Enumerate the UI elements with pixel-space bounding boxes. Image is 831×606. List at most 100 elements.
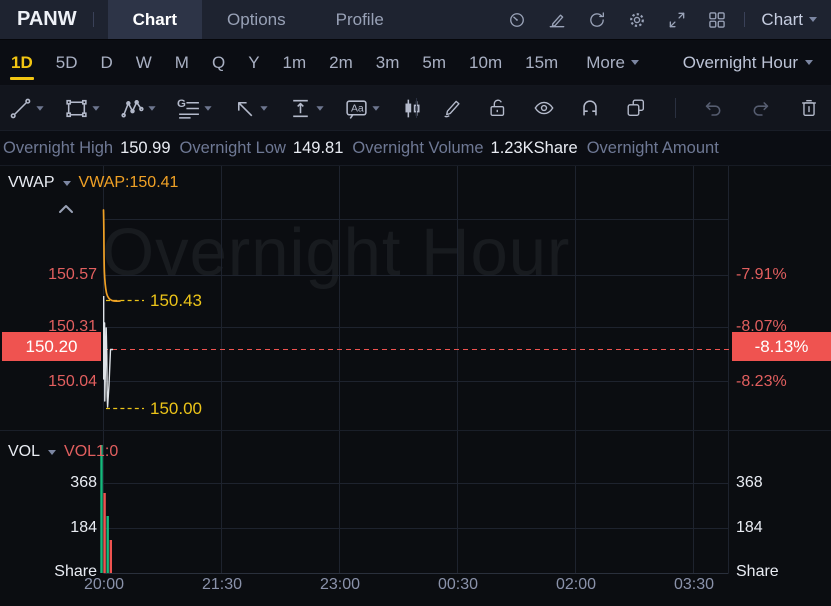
trend-line-tool[interactable] xyxy=(8,96,44,121)
timeframe-3m[interactable]: 3m xyxy=(375,40,401,85)
stat-label: Overnight High xyxy=(3,139,113,158)
chevron-down-icon xyxy=(48,450,56,455)
magnet-icon[interactable] xyxy=(579,97,601,119)
settings-gear-icon[interactable] xyxy=(624,7,650,33)
redo-icon[interactable] xyxy=(750,97,772,119)
chevron-down-icon xyxy=(631,60,639,65)
timeframe-d[interactable]: D xyxy=(99,40,113,85)
duplicate-icon[interactable] xyxy=(625,97,647,119)
volume-axis-tick: 368 xyxy=(736,474,826,492)
vwap-indicator-header[interactable]: VWAP VWAP:150.41 xyxy=(8,174,178,192)
stat-label: Overnight Low xyxy=(180,139,286,158)
history-tools-group xyxy=(675,86,820,130)
draw-edit-icon[interactable] xyxy=(544,7,570,33)
timeframe-y[interactable]: Y xyxy=(247,40,260,85)
stat-value: 149.81 xyxy=(293,139,343,158)
volume-bars xyxy=(100,445,112,573)
timeframe-m[interactable]: M xyxy=(174,40,190,85)
chevron-down-icon xyxy=(63,181,71,186)
layout-dropdown-label: Chart xyxy=(761,10,803,30)
rectangle-tool[interactable] xyxy=(64,96,100,121)
current-price-badge: 150.20 xyxy=(2,332,101,361)
session-dropdown[interactable]: Overnight Hour xyxy=(677,52,819,74)
timeframe-15m[interactable]: 15m xyxy=(524,40,559,85)
layout-dropdown[interactable]: Chart xyxy=(759,10,819,30)
divider xyxy=(744,12,745,27)
stat-label: Overnight Amount xyxy=(587,139,719,158)
divider xyxy=(93,12,94,27)
tab-options[interactable]: Options xyxy=(202,0,311,39)
volume-axis-tick: 368 xyxy=(0,474,97,492)
percent-axis-tick: -7.91% xyxy=(736,266,826,284)
timeframe-5m[interactable]: 5m xyxy=(421,40,447,85)
topbar: PANW Chart Options Profile xyxy=(0,0,831,40)
measure-tool[interactable] xyxy=(288,96,324,121)
wave-pattern-tool[interactable] xyxy=(120,96,156,121)
vol-label: VOL xyxy=(8,443,40,461)
chevron-down-icon xyxy=(204,106,211,111)
more-label: More xyxy=(586,53,625,73)
timeframe-2m[interactable]: 2m xyxy=(328,40,354,85)
timeframe-row: 1D 5D D W M Q Y 1m 2m 3m 5m 10m 15m More… xyxy=(0,40,831,86)
timeframe-1m[interactable]: 1m xyxy=(282,40,308,85)
vwap-line xyxy=(104,210,121,301)
refresh-icon[interactable] xyxy=(584,7,610,33)
chart-area: Overnight Hour xyxy=(0,166,831,606)
order-level-label: 150.00 xyxy=(150,399,202,419)
gauge-icon[interactable] xyxy=(504,7,530,33)
collapse-pane-button[interactable] xyxy=(56,202,76,221)
price-line xyxy=(104,296,113,407)
trading-app: PANW Chart Options Profile xyxy=(0,0,831,606)
stat-value: 1.23KShare xyxy=(491,139,578,158)
chevron-down-icon xyxy=(805,60,813,65)
chevron-down-icon xyxy=(260,106,267,111)
pencil-icon[interactable] xyxy=(441,97,463,119)
tab-chart[interactable]: Chart xyxy=(108,0,202,39)
eye-icon[interactable] xyxy=(533,97,555,119)
percent-axis-tick: -8.23% xyxy=(736,373,826,391)
drawing-toolbar: G Aa xyxy=(0,86,831,131)
timeframe-1d[interactable]: 1D xyxy=(10,40,34,85)
timeframe-more-dropdown[interactable]: More xyxy=(580,40,645,85)
chevron-down-icon xyxy=(92,106,99,111)
volume-unit-label: Share xyxy=(736,563,826,581)
time-axis-tick: 20:00 xyxy=(72,576,136,594)
text-annotation-tool[interactable]: Aa xyxy=(344,96,380,121)
timeframe-10m[interactable]: 10m xyxy=(468,40,503,85)
layout-grid-icon[interactable] xyxy=(704,7,730,33)
order-level-label: 150.43 xyxy=(150,291,202,311)
session-stats-bar: Overnight High 150.99 Overnight Low 149.… xyxy=(0,131,831,166)
divider xyxy=(675,98,676,118)
chevron-down-icon xyxy=(809,17,817,22)
chevron-down-icon xyxy=(148,106,155,111)
symbol-name[interactable]: PANW xyxy=(0,8,93,31)
volume-axis-tick: 184 xyxy=(736,519,826,537)
chart-canvas[interactable] xyxy=(0,166,831,606)
time-axis-tick: 23:00 xyxy=(308,576,372,594)
undo-icon[interactable] xyxy=(702,97,724,119)
price-axis-tick: 150.57 xyxy=(0,266,97,284)
price-axis-tick: 150.04 xyxy=(0,373,97,391)
fullscreen-icon[interactable] xyxy=(664,7,690,33)
trash-icon[interactable] xyxy=(798,97,820,119)
unlock-icon[interactable] xyxy=(487,97,509,119)
volume-indicator-header[interactable]: VOL VOL1:0 xyxy=(8,443,118,461)
time-axis-tick: 21:30 xyxy=(190,576,254,594)
chevron-down-icon xyxy=(372,106,379,111)
timeframe-q[interactable]: Q xyxy=(211,40,226,85)
vol-value: VOL1:0 xyxy=(64,443,118,461)
time-axis-tick: 02:00 xyxy=(544,576,608,594)
topbar-icon-group: Chart xyxy=(504,7,831,33)
session-label: Overnight Hour xyxy=(683,53,798,73)
gann-lines-tool[interactable]: G xyxy=(176,96,212,121)
chevron-down-icon xyxy=(316,106,323,111)
arrow-tool[interactable] xyxy=(232,96,268,121)
svg-text:G: G xyxy=(177,97,186,109)
timeframe-5d[interactable]: 5D xyxy=(55,40,79,85)
draw-tools-group: G Aa xyxy=(8,86,425,130)
stat-value: 150.99 xyxy=(120,139,170,158)
tab-profile[interactable]: Profile xyxy=(311,0,409,39)
time-axis-tick: 00:30 xyxy=(426,576,490,594)
time-axis-tick: 03:30 xyxy=(662,576,726,594)
timeframe-w[interactable]: W xyxy=(135,40,153,85)
